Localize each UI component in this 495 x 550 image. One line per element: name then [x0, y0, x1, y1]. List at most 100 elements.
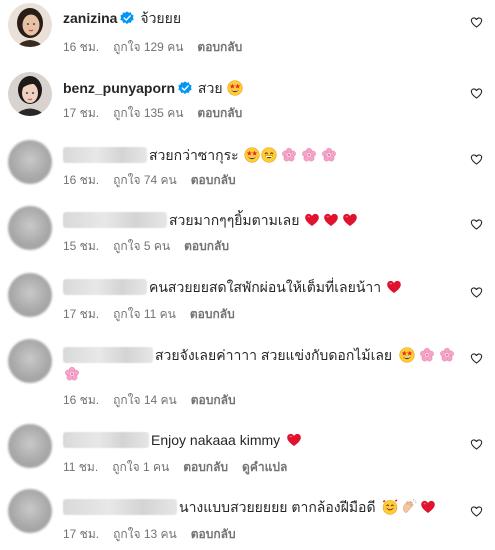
comment-meta: 17 ชม. ถูกใจ 11 คน ตอบกลับ: [63, 305, 249, 324]
username[interactable]: [63, 212, 167, 228]
comment-text: Enjoy nakaaa kimmy: [151, 432, 281, 448]
comment-item: คนสวยยยสดใสพักผ่อนให้เต็มที่เลยน้าา 17 ช…: [0, 260, 495, 328]
reply-button[interactable]: ตอบกลับ: [197, 40, 242, 54]
username[interactable]: [63, 279, 147, 295]
comment-line-wrap: [63, 365, 80, 383]
cherry-blossom-emoji-icon: [64, 366, 80, 382]
cherry-blossom-emoji-icon: [281, 147, 297, 163]
comment-line: benz_punyaporn สวย: [63, 79, 243, 97]
verified-badge-icon: [178, 81, 192, 95]
like-heart-icon[interactable]: [470, 438, 483, 451]
like-count[interactable]: ถูกใจ 129 คน: [113, 40, 183, 54]
like-heart-icon[interactable]: [470, 505, 483, 518]
like-count[interactable]: ถูกใจ 74 คน: [113, 173, 177, 187]
like-count[interactable]: ถูกใจ 14 คน: [113, 393, 177, 407]
avatar[interactable]: [8, 424, 52, 468]
reply-button[interactable]: ตอบกลับ: [184, 239, 229, 253]
red-heart-emoji-icon: [304, 212, 320, 228]
star-struck-emoji-icon: [399, 347, 415, 363]
timestamp[interactable]: 15 ชม.: [63, 239, 99, 253]
username[interactable]: [63, 147, 147, 163]
like-heart-icon[interactable]: [470, 87, 483, 100]
like-heart-icon[interactable]: [470, 16, 483, 29]
avatar[interactable]: [8, 206, 52, 250]
comment-meta: 16 ชม. ถูกใจ 129 คน ตอบกลับ: [63, 38, 256, 57]
username[interactable]: zanizina: [63, 10, 117, 26]
reply-button[interactable]: ตอบกลับ: [190, 307, 235, 321]
like-count[interactable]: ถูกใจ 11 คน: [113, 307, 176, 321]
cherry-blossom-emoji-icon: [439, 347, 455, 363]
timestamp[interactable]: 17 ชม.: [63, 527, 99, 541]
red-heart-emoji-icon: [386, 279, 402, 295]
comment-line: สวยมากๆๆยิ้มตามเลย: [63, 211, 358, 229]
comment-item: สวยมากๆๆยิ้มตามเลย 15 ชม. ถูกใจ 5 คน ตอบกล…: [0, 196, 495, 260]
timestamp[interactable]: 11 ชม.: [63, 460, 98, 474]
comment-line: นางแบบสวยยยยย ตากล้องฝีมือดี: [63, 498, 436, 516]
like-heart-icon[interactable]: [470, 286, 483, 299]
like-heart-icon[interactable]: [470, 218, 483, 231]
comment-text: สวย: [197, 80, 223, 96]
comment-text: สวยจังเลยค่าาาา สวยแข่งกับดอกไม้เลย: [155, 347, 393, 363]
red-heart-emoji-icon: [323, 212, 339, 228]
red-heart-emoji-icon: [420, 499, 436, 515]
like-count[interactable]: ถูกใจ 1 คน: [112, 460, 169, 474]
verified-badge-icon: [120, 11, 134, 25]
comment-meta: 17 ชม. ถูกใจ 135 คน ตอบกลับ: [63, 104, 256, 123]
comment-line: สวยจังเลยค่าาาา สวยแข่งกับดอกไม้เลย: [63, 346, 455, 364]
like-heart-icon[interactable]: [470, 153, 483, 166]
timestamp[interactable]: 16 ชม.: [63, 173, 99, 187]
comment-meta: 16 ชม. ถูกใจ 74 คน ตอบกลับ: [63, 171, 250, 190]
reply-button[interactable]: ตอบกลับ: [183, 460, 228, 474]
timestamp[interactable]: 16 ชม.: [63, 40, 99, 54]
cherry-blossom-emoji-icon: [321, 147, 337, 163]
username[interactable]: [63, 499, 177, 515]
username[interactable]: benz_punyaporn: [63, 80, 175, 96]
reply-button[interactable]: ตอบกลับ: [197, 106, 242, 120]
comment-item: Enjoy nakaaa kimmy 11 ชม. ถูกใจ 1 คน ตอบกล…: [0, 414, 495, 478]
comment-line: Enjoy nakaaa kimmy: [63, 431, 302, 449]
timestamp[interactable]: 17 ชม.: [63, 106, 99, 120]
comment-item: สวยกว่าซากุระ 16 ชม. ถูกใจ 74 คน ตอบกลับ: [0, 128, 495, 196]
like-count[interactable]: ถูกใจ 13 คน: [113, 527, 177, 541]
avatar[interactable]: [8, 72, 52, 116]
cherry-blossom-emoji-icon: [301, 147, 317, 163]
comment-line: คนสวยยยสดใสพักผ่อนให้เต็มที่เลยน้าา: [63, 278, 402, 296]
comment-line: สวยกว่าซากุระ: [63, 146, 337, 164]
comment-item: สวยจังเลยค่าาาา สวยแข่งกับดอกไม้เลย 16 ช…: [0, 328, 495, 414]
star-struck-emoji-icon: [227, 80, 243, 96]
translate-button[interactable]: ดูคำแปล: [242, 460, 287, 474]
reply-button[interactable]: ตอบกลับ: [191, 393, 236, 407]
star-struck-emoji-icon: [244, 147, 260, 163]
avatar[interactable]: [8, 140, 52, 184]
comment-line: zanizina จ้วยยย: [63, 9, 181, 27]
reply-button[interactable]: ตอบกลับ: [191, 527, 236, 541]
clapping-hands-emoji-icon: [401, 499, 417, 515]
comment-meta: 15 ชม. ถูกใจ 5 คน ตอบกลับ: [63, 237, 243, 256]
comment-text: สวยกว่าซากุระ: [149, 147, 239, 163]
comment-text: จ้วยยย: [140, 10, 182, 26]
avatar[interactable]: [8, 339, 52, 383]
comment-text: คนสวยยยสดใสพักผ่อนให้เต็มที่เลยน้าา: [149, 279, 382, 295]
timestamp[interactable]: 17 ชม.: [63, 307, 99, 321]
red-heart-emoji-icon: [286, 432, 302, 448]
reply-button[interactable]: ตอบกลับ: [191, 173, 236, 187]
username[interactable]: [63, 347, 153, 363]
comment-item: นางแบบสวยยยยย ตากล้องฝีมือดี 17 ชม. ถูกใจ…: [0, 478, 495, 550]
avatar[interactable]: [8, 489, 52, 533]
comment-text: นางแบบสวยยยยย ตากล้องฝีมือดี: [179, 499, 376, 515]
grinning-emoji-icon: [261, 147, 277, 163]
like-count[interactable]: ถูกใจ 5 คน: [113, 239, 170, 253]
comment-meta: 11 ชม. ถูกใจ 1 คน ตอบกลับ ดูคำแปล: [63, 458, 301, 477]
comment-meta: 16 ชม. ถูกใจ 14 คน ตอบกลับ: [63, 391, 250, 410]
like-heart-icon[interactable]: [470, 352, 483, 365]
like-count[interactable]: ถูกใจ 135 คน: [113, 106, 183, 120]
cherry-blossom-emoji-icon: [419, 347, 435, 363]
avatar[interactable]: [8, 273, 52, 317]
timestamp[interactable]: 16 ชม.: [63, 393, 99, 407]
username[interactable]: [63, 432, 149, 448]
avatar[interactable]: [8, 3, 52, 47]
comment-text: สวยมากๆๆยิ้มตามเลย: [169, 212, 300, 228]
smiling-hearts-emoji-icon: [382, 499, 398, 515]
comment-item: benz_punyaporn สวย 17 ชม. ถูกใจ 135 คน ตอบ…: [0, 68, 495, 128]
red-heart-emoji-icon: [342, 212, 358, 228]
